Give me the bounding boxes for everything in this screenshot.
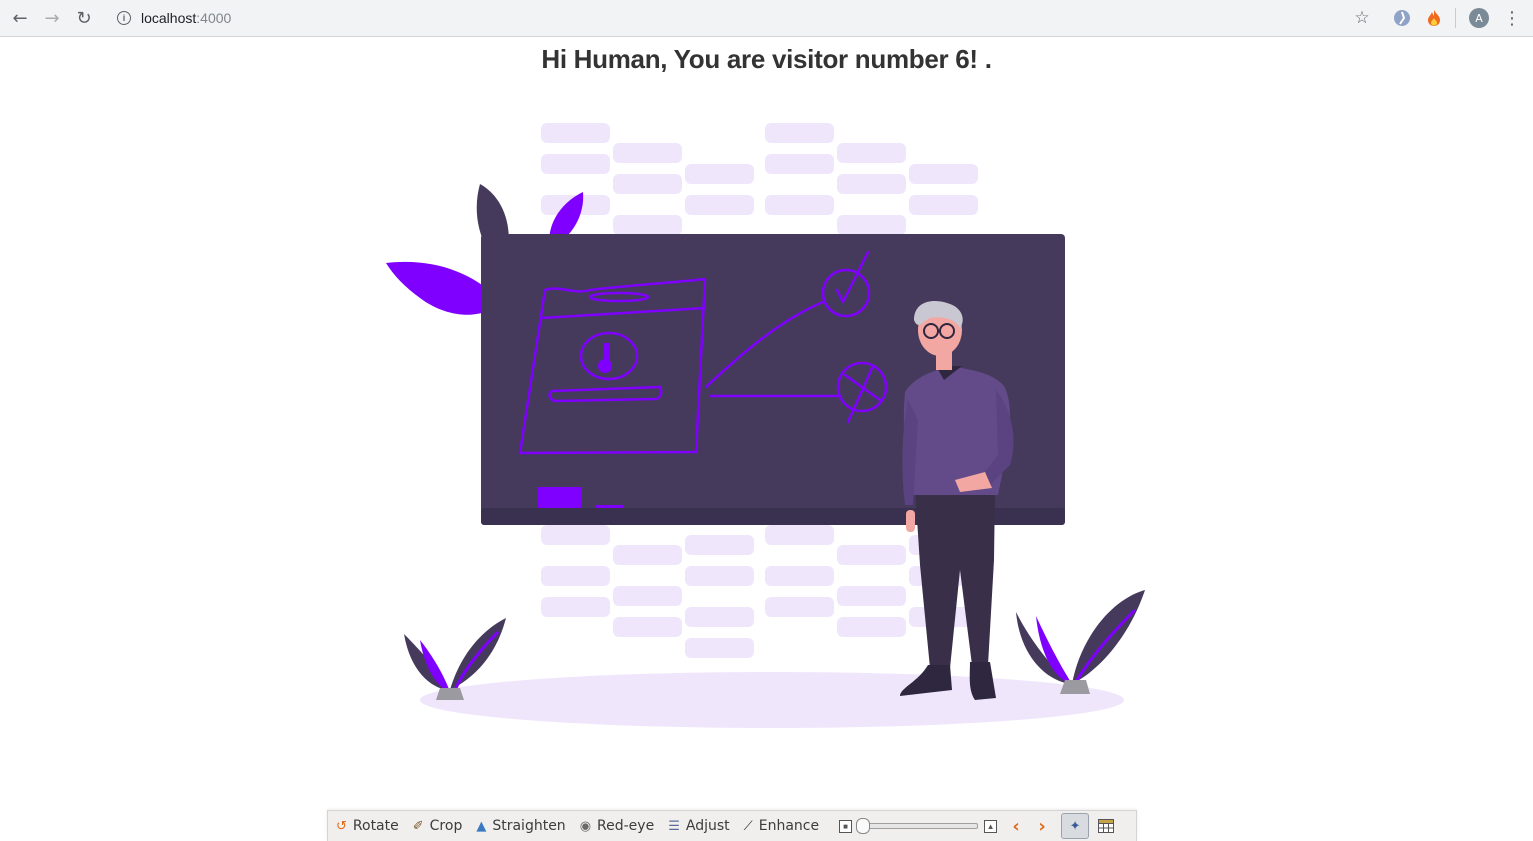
red-eye-icon: ◉ (579, 818, 592, 834)
straighten-icon: ▲ (476, 818, 487, 834)
enhance-icon: ⟋ (743, 818, 753, 834)
address-bar[interactable]: i localhost:4000 (108, 6, 231, 30)
chalk-eraser (538, 487, 582, 508)
next-arrow-icon[interactable]: › (1031, 815, 1053, 837)
zoom-out-icon[interactable]: ■ (839, 819, 853, 833)
menu-dots-icon[interactable]: ⋮ (1500, 6, 1524, 30)
enhance-button[interactable]: ⟋ Enhance (744, 818, 819, 834)
crop-button[interactable]: ✐ Crop (413, 818, 463, 834)
teacher-chalkboard-illustration (386, 123, 1145, 728)
straighten-button[interactable]: ▲ Straighten (476, 818, 565, 834)
zoom-control: ■ ▲ (839, 818, 998, 834)
adjust-label: Adjust (685, 818, 730, 834)
straighten-label: Straighten (492, 818, 566, 834)
red-eye-label: Red-eye (597, 818, 655, 834)
info-icon[interactable]: i (117, 11, 131, 25)
avatar: A (1469, 8, 1489, 28)
adjust-button[interactable]: ☰ Adjust (668, 818, 729, 834)
url-host: localhost (141, 10, 197, 26)
right-rock (1060, 680, 1090, 694)
forward-arrow-icon[interactable]: → (40, 6, 64, 30)
crop-icon: ✐ (412, 818, 424, 834)
rotate-label: Rotate (352, 818, 399, 834)
enhance-label: Enhance (758, 818, 820, 834)
left-rock (436, 688, 464, 700)
rotate-button[interactable]: ↺ Rotate (336, 818, 399, 834)
page-title: Hi Human, You are visitor number 6! . (541, 44, 992, 74)
crop-label: Crop (429, 818, 463, 834)
adjust-icon: ☰ (668, 818, 680, 834)
reload-icon[interactable]: ↻ (72, 6, 96, 30)
fire-extension-icon[interactable] (1422, 6, 1446, 30)
browser-toolbar: ← → ↻ i localhost:4000 ☆ A ⋮ (0, 0, 1533, 37)
pin-icon[interactable]: ✦ (1061, 813, 1090, 839)
profile-avatar[interactable]: A (1467, 6, 1491, 30)
zoom-in-icon[interactable]: ▲ (984, 819, 998, 833)
back-arrow-icon[interactable]: ← (8, 6, 32, 30)
photo-editor-toolbar: ↺ Rotate ✐ Crop ▲ Straighten ◉ Red-eye ☰… (327, 810, 1137, 841)
zoom-slider-thumb[interactable] (855, 818, 870, 834)
extension-icon[interactable] (1390, 6, 1414, 30)
chalk-stick (595, 505, 623, 508)
floor-shadow (420, 672, 1124, 728)
star-icon[interactable]: ☆ (1350, 6, 1374, 30)
toolbar-separator (1455, 8, 1456, 28)
url-port: :4000 (196, 10, 232, 26)
previous-arrow-icon[interactable]: ‹ (1005, 815, 1027, 837)
rotate-icon: ↺ (336, 818, 347, 834)
zoom-slider[interactable] (855, 818, 979, 834)
grid-view-icon[interactable] (1095, 815, 1117, 837)
red-eye-button[interactable]: ◉ Red-eye (580, 818, 655, 834)
